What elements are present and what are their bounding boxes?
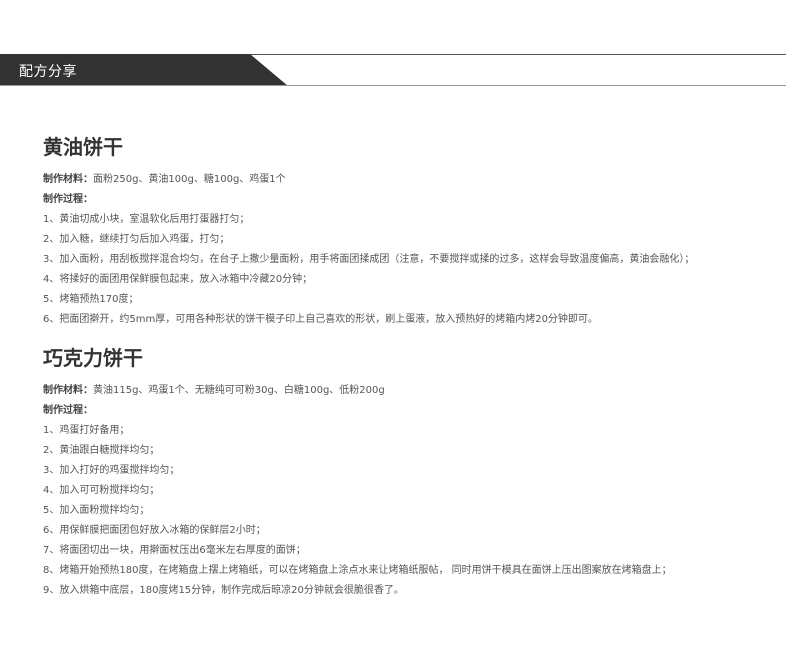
step-item: 4、加入可可粉搅拌均匀； [43, 485, 160, 496]
step-item: 4、将揉好的面团用保鲜膜包起来，放入冰箱中冷藏20分钟； [43, 274, 313, 285]
materials-label: 制作材料： [43, 385, 93, 396]
step-item: 1、黄油切成小块，室温软化后用打蛋器打匀； [43, 214, 250, 225]
materials-line: 制作材料：黄油115g、鸡蛋1个、无糖纯可可粉30g、白糖100g、低粉200g [43, 381, 788, 401]
step-item: 5、加入面粉搅拌均匀； [43, 505, 150, 516]
materials-text: 面粉250g、黄油100g、糖100g、鸡蛋1个 [93, 174, 286, 185]
header-bottom-line [0, 85, 786, 86]
recipe-title: 巧克力饼干 [43, 346, 143, 370]
step-item: 5、烤箱预热170度； [43, 294, 139, 305]
step-item: 2、黄油跟白糖搅拌均匀； [43, 445, 160, 456]
recipe-title: 黄油饼干 [43, 135, 123, 159]
step-item: 6、用保鲜膜把面团包好放入冰箱的保鲜层2小时； [43, 525, 266, 536]
step-item: 3、加入打好的鸡蛋搅拌均匀； [43, 465, 180, 476]
recipe-butter-cookie: 黄油饼干 制作材料：面粉250g、黄油100g、糖100g、鸡蛋1个 制作过程：… [43, 130, 788, 330]
step-item: 7、将面团切出一块，用擀面杖压出6毫米左右厚度的面饼； [43, 545, 306, 556]
step-item: 3、加入面粉，用刮板搅拌混合均匀，在台子上撒少量面粉，用手将面团揉成团（注意，不… [43, 254, 695, 265]
step-item: 8、烤箱开始预热180度，在烤箱盘上摆上烤箱纸，可以在烤箱盘上涂点水来让烤箱纸服… [43, 565, 672, 576]
materials-text: 黄油115g、鸡蛋1个、无糖纯可可粉30g、白糖100g、低粉200g [93, 385, 385, 396]
step-item: 2、加入糖，继续打匀后加入鸡蛋，打匀； [43, 234, 230, 245]
section-title: 配方分享 [19, 64, 77, 80]
process-label: 制作过程： [43, 194, 93, 205]
materials-line: 制作材料：面粉250g、黄油100g、糖100g、鸡蛋1个 [43, 170, 788, 190]
step-item: 1、鸡蛋打好备用； [43, 425, 130, 436]
materials-label: 制作材料： [43, 174, 93, 185]
step-item: 6、把面团擀开，约5mm厚，可用各种形状的饼干模子印上自己喜欢的形状，刷上蛋液，… [43, 314, 598, 325]
recipe-chocolate-cookie: 巧克力饼干 制作材料：黄油115g、鸡蛋1个、无糖纯可可粉30g、白糖100g、… [43, 341, 788, 601]
process-label: 制作过程： [43, 405, 93, 416]
section-header: 配方分享 [0, 54, 786, 86]
step-item: 9、放入烘箱中底层，180度烤15分钟，制作完成后晾凉20分钟就会很脆很香了。 [43, 585, 404, 596]
